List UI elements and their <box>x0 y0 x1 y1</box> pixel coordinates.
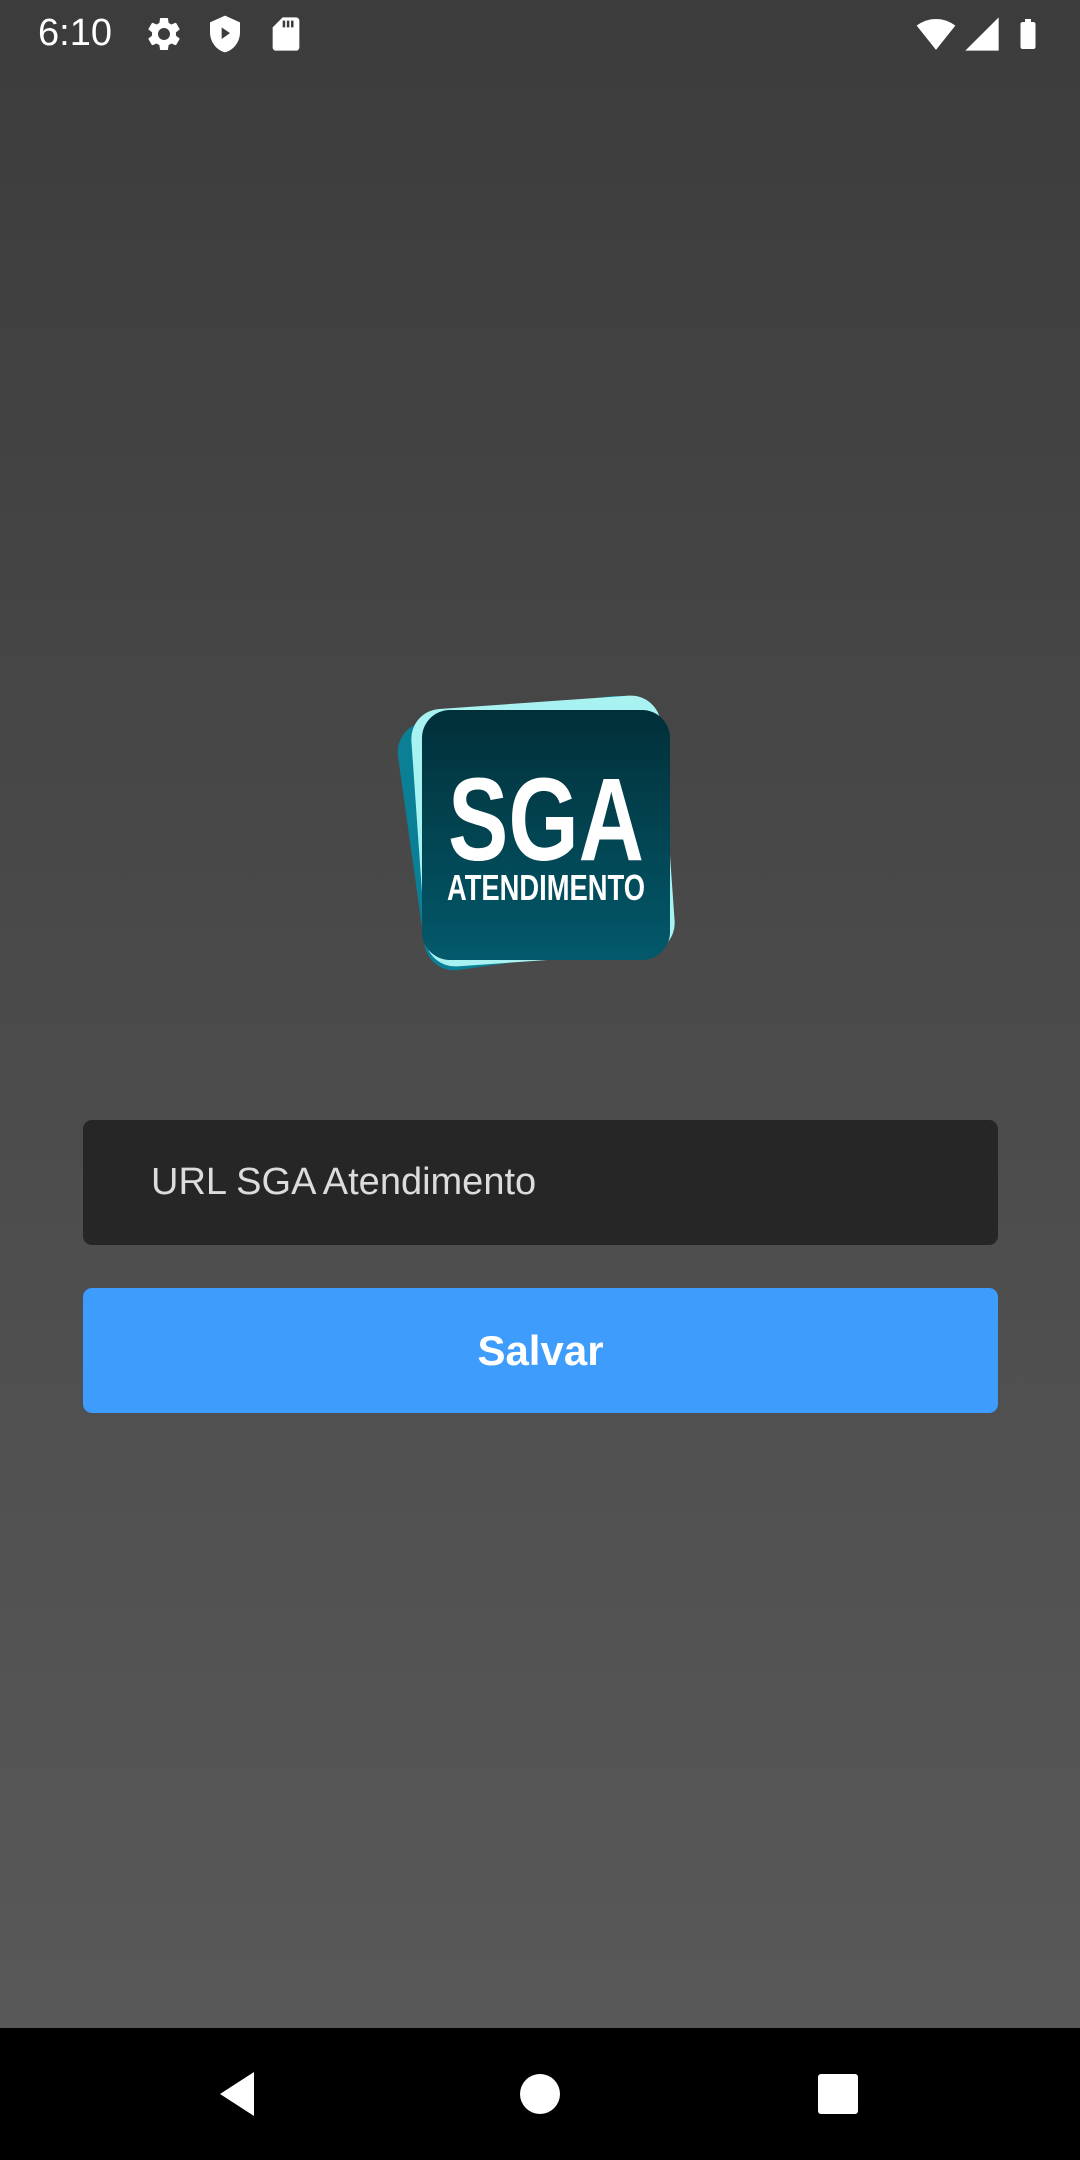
save-button[interactable]: Salvar <box>83 1288 998 1413</box>
back-icon[interactable] <box>210 2064 270 2124</box>
battery-icon <box>1010 14 1046 54</box>
signal-icon <box>962 14 1002 54</box>
app-logo: SGA ATENDIMENTO <box>390 680 690 980</box>
logo-subtitle: ATENDIMENTO <box>447 867 645 908</box>
url-field[interactable] <box>83 1120 998 1245</box>
sd-card-icon <box>266 14 306 54</box>
wifi-icon <box>914 14 958 54</box>
shield-icon <box>205 14 245 54</box>
gear-icon <box>144 14 184 54</box>
recents-icon[interactable] <box>808 2064 868 2124</box>
status-bar: 6:10 <box>0 0 1080 66</box>
home-icon[interactable] <box>510 2064 570 2124</box>
url-input[interactable] <box>151 1120 998 1245</box>
navigation-bar <box>0 2028 1080 2160</box>
status-time: 6:10 <box>38 12 112 54</box>
